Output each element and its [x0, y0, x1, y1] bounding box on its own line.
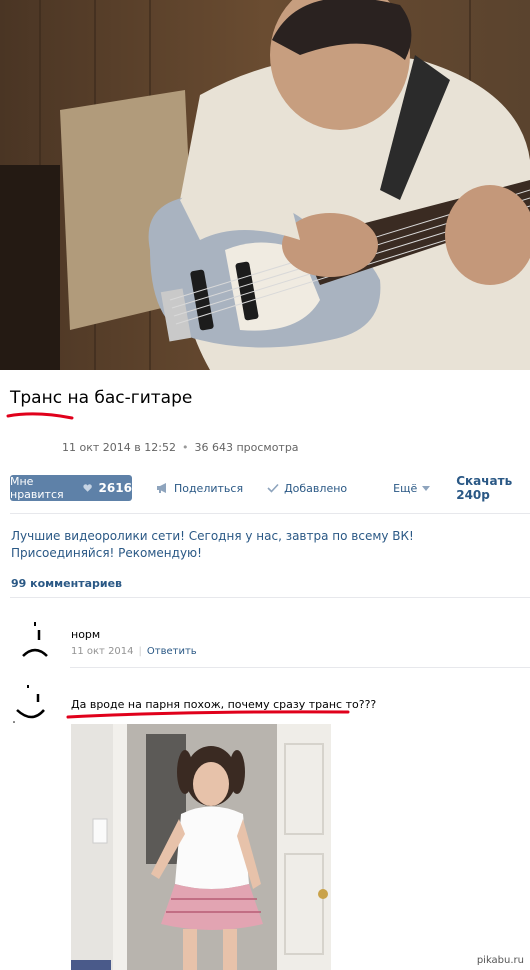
- divider: [70, 667, 530, 668]
- watermark: pikabu.ru: [476, 955, 524, 966]
- video-player[interactable]: [0, 0, 530, 370]
- more-menu-button[interactable]: Ещё: [393, 481, 431, 495]
- video-date: 11 окт 2014 в 12:52: [62, 441, 176, 454]
- chevron-down-icon: [422, 485, 431, 491]
- heart-icon: [83, 484, 93, 492]
- added-label: Добавлено: [284, 481, 348, 495]
- comment-text: Да вроде на парня похож, почему сразу тр…: [71, 698, 377, 711]
- divider: [10, 597, 530, 598]
- divider: [10, 513, 530, 514]
- comment-date: 11 окт 2014: [71, 646, 134, 657]
- video-meta: 11 окт 2014 в 12:52 • 36 643 просмотра: [62, 441, 299, 454]
- share-button[interactable]: Поделиться: [156, 482, 243, 495]
- like-count: 2616: [98, 481, 132, 495]
- comments-count[interactable]: 99 комментариев: [11, 577, 122, 590]
- comment-text: норм: [71, 628, 101, 641]
- checkmark-icon: [267, 483, 279, 493]
- comment-attached-photo[interactable]: [71, 724, 331, 970]
- video-frame-image: [0, 0, 530, 370]
- megaphone-icon: [156, 483, 166, 493]
- like-button[interactable]: Мне нравится 2616: [10, 475, 132, 501]
- red-underline-mark: [6, 412, 74, 420]
- photo-image: [71, 724, 331, 970]
- smiley-face-avatar: [13, 685, 45, 723]
- more-label: Ещё: [393, 481, 418, 495]
- video-views: 36 643 просмотра: [194, 441, 299, 454]
- video-title: Транс на бас-гитаре: [10, 388, 193, 408]
- reply-link[interactable]: Ответить: [147, 646, 197, 657]
- added-button[interactable]: Добавлено: [267, 482, 347, 495]
- download-button[interactable]: Скачать 240p: [456, 474, 530, 502]
- meta-dot: •: [181, 441, 189, 454]
- video-actions-bar: Мне нравится 2616 Поделиться Добавлено Е…: [10, 474, 530, 502]
- like-label: Мне нравится: [10, 475, 64, 501]
- sad-face-avatar: [22, 622, 48, 657]
- video-description: Лучшие видеоролики сети! Сегодня у нас, …: [11, 529, 414, 560]
- meta-separator: |: [138, 646, 142, 657]
- share-label: Поделиться: [173, 481, 244, 495]
- comment-meta: 11 окт 2014 | Ответить: [71, 646, 197, 657]
